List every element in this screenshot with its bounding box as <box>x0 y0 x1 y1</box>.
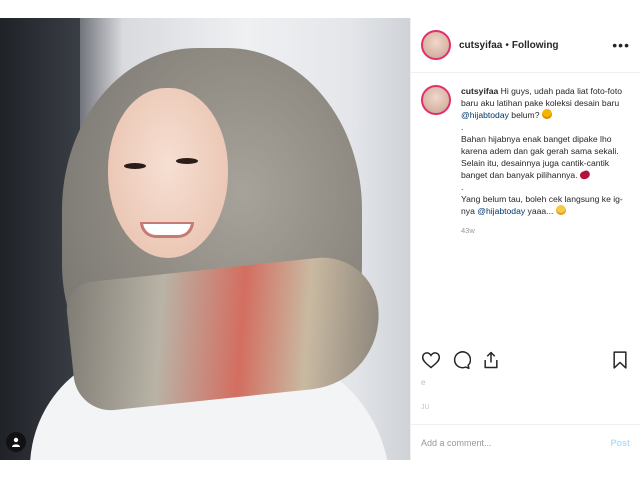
smile-emoji-icon <box>555 205 566 215</box>
caption-text-1-end: belum? <box>508 110 542 120</box>
header-username[interactable]: cutsyifaa <box>459 40 502 51</box>
heart-icon[interactable] <box>421 350 441 370</box>
photo-smile <box>140 222 194 238</box>
caption-timestamp[interactable]: 43w <box>461 225 630 237</box>
caption-avatar[interactable] <box>421 85 451 115</box>
post-photo[interactable] <box>0 18 410 460</box>
mention-link-2[interactable]: @hijabtoday <box>477 206 525 216</box>
bookmark-icon[interactable] <box>610 350 630 370</box>
heart-emoji-icon <box>578 169 592 181</box>
post-date-faint: JU <box>421 404 430 411</box>
action-bar <box>421 348 630 372</box>
photo-eye-right <box>176 158 198 164</box>
comment-icon[interactable] <box>451 350 472 370</box>
caption-text-2: Bahan hijabnya enak banget dipake lho ka… <box>461 134 619 180</box>
header-separator: • <box>505 39 509 51</box>
caption-username[interactable]: cutsyifaa <box>461 86 498 96</box>
caption-comment: cutsyifaa Hi guys, udah pada liat foto-f… <box>411 73 640 237</box>
following-button[interactable]: Following <box>512 40 559 51</box>
avatar[interactable] <box>421 30 451 60</box>
blush-emoji-icon <box>541 109 552 119</box>
share-icon[interactable] <box>481 350 501 370</box>
caption-body: cutsyifaa Hi guys, udah pada liat foto-f… <box>461 85 630 237</box>
post-header: cutsyifaa • Following ••• <box>411 18 640 73</box>
post-button[interactable]: Post <box>610 438 630 448</box>
mention-link[interactable]: @hijabtoday <box>461 110 509 120</box>
caption-dot-1: . <box>461 122 464 132</box>
caption-text-3-end: yaaa... <box>525 206 556 216</box>
comment-input[interactable] <box>421 437 611 448</box>
post-details-panel: cutsyifaa • Following ••• cutsyifaa Hi g… <box>410 18 640 460</box>
more-icon[interactable]: ••• <box>612 37 630 53</box>
likes-row-faint: e <box>421 378 426 387</box>
caption-dot-2: . <box>461 182 464 192</box>
photo-eye-left <box>124 163 146 169</box>
add-comment-bar: Post <box>411 424 640 460</box>
user-tag-icon[interactable] <box>6 432 26 452</box>
